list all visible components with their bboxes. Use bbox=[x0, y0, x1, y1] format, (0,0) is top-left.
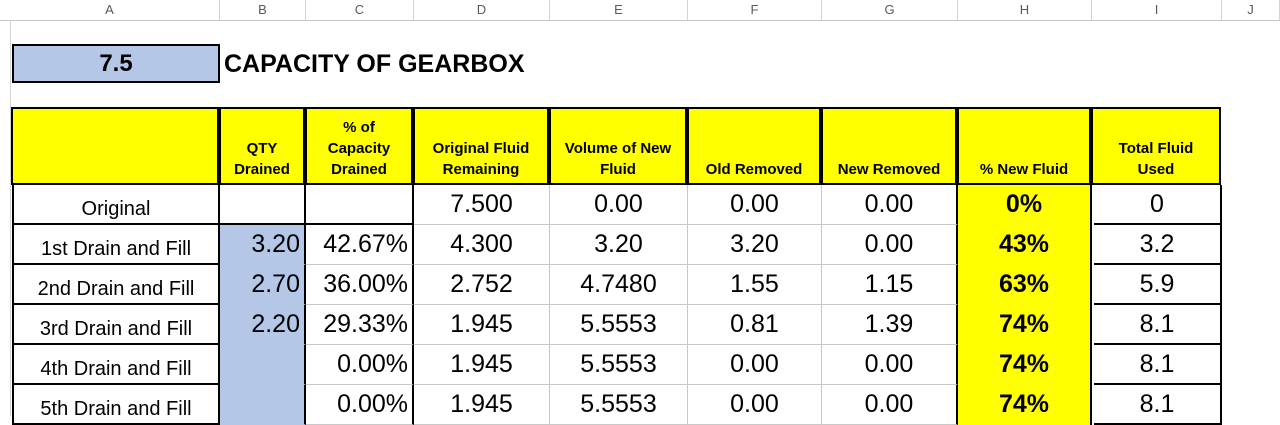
cell-new-removed[interactable]: 0.00 bbox=[822, 385, 958, 425]
cell-volume-new-fluid[interactable]: 0.00 bbox=[550, 185, 688, 225]
cell-pct-capacity-drained[interactable]: 42.67% bbox=[306, 225, 414, 265]
cell-pct-new-fluid[interactable]: 74% bbox=[958, 345, 1092, 385]
cell-qty-drained[interactable]: 2.70 bbox=[220, 265, 306, 305]
cell-total-fluid-used[interactable]: 8.1 bbox=[1094, 345, 1222, 385]
cell-qty-drained[interactable] bbox=[220, 185, 306, 225]
cell-pct-new-fluid[interactable]: 74% bbox=[958, 305, 1092, 345]
row-label[interactable]: 3rd Drain and Fill bbox=[12, 305, 220, 345]
header-original-fluid-remaining[interactable]: Original Fluid Remaining bbox=[413, 107, 549, 185]
cell-pct-capacity-drained[interactable]: 36.00% bbox=[306, 265, 414, 305]
row-label[interactable]: Original bbox=[12, 185, 220, 225]
row-label[interactable]: 2nd Drain and Fill bbox=[12, 265, 220, 305]
row-label[interactable]: 5th Drain and Fill bbox=[12, 385, 220, 425]
header-new-removed-line: New Removed bbox=[837, 161, 941, 178]
cell-volume-new-fluid[interactable]: 4.7480 bbox=[550, 265, 688, 305]
header-pct-capacity-drained-line: Capacity bbox=[327, 140, 391, 157]
cell-pct-new-fluid[interactable]: 0% bbox=[958, 185, 1092, 225]
cell-old-removed[interactable]: 0.00 bbox=[688, 345, 822, 385]
cell-pct-new-fluid[interactable]: 43% bbox=[958, 225, 1092, 265]
cell-total-fluid-used[interactable]: 8.1 bbox=[1094, 305, 1222, 345]
cell-pct-capacity-drained[interactable]: 29.33% bbox=[306, 305, 414, 345]
cell-qty-drained[interactable] bbox=[220, 385, 306, 425]
cell-total-fluid-used[interactable]: 3.2 bbox=[1094, 225, 1222, 265]
cell-pct-capacity-drained[interactable]: 0.00% bbox=[306, 345, 414, 385]
cell-pct-capacity-drained[interactable] bbox=[306, 185, 414, 225]
row-header-strip bbox=[0, 20, 11, 416]
cell-total-fluid-used[interactable]: 8.1 bbox=[1094, 385, 1222, 425]
cell-volume-new-fluid[interactable]: 5.5553 bbox=[550, 305, 688, 345]
column-header-f[interactable]: F bbox=[688, 0, 822, 20]
cell-total-fluid-used[interactable]: 0 bbox=[1094, 185, 1222, 225]
column-header-bar: ABCDEFGHIJ bbox=[0, 0, 1280, 21]
header-pct-capacity-drained-line: % of bbox=[343, 119, 375, 136]
header-total-fluid-used[interactable]: Total Fluid Used bbox=[1091, 107, 1221, 185]
column-header-d[interactable]: D bbox=[414, 0, 550, 20]
header-qty-drained-line: Drained bbox=[234, 161, 290, 178]
cell-old-removed[interactable]: 3.20 bbox=[688, 225, 822, 265]
cell-original-fluid-remaining[interactable]: 4.300 bbox=[414, 225, 550, 265]
column-header-b[interactable]: B bbox=[220, 0, 306, 20]
cell-original-fluid-remaining[interactable]: 1.945 bbox=[414, 385, 550, 425]
section-title: CAPACITY OF GEARBOX bbox=[224, 50, 525, 78]
row-label[interactable]: 4th Drain and Fill bbox=[12, 345, 220, 385]
header-total-fluid-used-line: Total Fluid bbox=[1118, 140, 1194, 157]
cell-old-removed[interactable]: 0.00 bbox=[688, 185, 822, 225]
column-header-a[interactable]: A bbox=[0, 0, 220, 20]
header-volume-new-fluid-line: Volume of New bbox=[564, 140, 672, 157]
cell-original-fluid-remaining[interactable]: 2.752 bbox=[414, 265, 550, 305]
cell-old-removed[interactable]: 1.55 bbox=[688, 265, 822, 305]
cell-new-removed[interactable]: 0.00 bbox=[822, 225, 958, 265]
cell-old-removed[interactable]: 0.00 bbox=[688, 385, 822, 425]
column-header-i[interactable]: I bbox=[1092, 0, 1222, 20]
cell-pct-new-fluid[interactable]: 63% bbox=[958, 265, 1092, 305]
cell-old-removed[interactable]: 0.81 bbox=[688, 305, 822, 345]
column-header-g[interactable]: G bbox=[822, 0, 958, 20]
cell-qty-drained[interactable]: 2.20 bbox=[220, 305, 306, 345]
cell-volume-new-fluid[interactable]: 5.5553 bbox=[550, 385, 688, 425]
header-original-fluid-remaining-line: Remaining bbox=[442, 161, 520, 178]
cell-volume-new-fluid[interactable]: 3.20 bbox=[550, 225, 688, 265]
header-total-fluid-used-line: Used bbox=[1137, 161, 1175, 178]
header-volume-new-fluid-line: Fluid bbox=[600, 161, 636, 178]
cell-new-removed[interactable]: 0.00 bbox=[822, 185, 958, 225]
header-pct-new-fluid[interactable]: % New Fluid bbox=[957, 107, 1091, 185]
cell-new-removed[interactable]: 1.39 bbox=[822, 305, 958, 345]
header-qty-drained-line: QTY bbox=[246, 140, 278, 157]
column-header-j[interactable]: J bbox=[1222, 0, 1280, 20]
row-label[interactable]: 1st Drain and Fill bbox=[12, 225, 220, 265]
cell-pct-new-fluid[interactable]: 74% bbox=[958, 385, 1092, 425]
column-header-h[interactable]: H bbox=[958, 0, 1092, 20]
cell-pct-capacity-drained[interactable]: 0.00% bbox=[306, 385, 414, 425]
header-volume-new-fluid[interactable]: Volume of New Fluid bbox=[549, 107, 687, 185]
header-qty-drained[interactable]: QTY Drained bbox=[219, 107, 305, 185]
header-blank[interactable] bbox=[11, 107, 219, 185]
section-number-cell[interactable]: 7.5 bbox=[12, 44, 220, 83]
cell-new-removed[interactable]: 0.00 bbox=[822, 345, 958, 385]
cell-qty-drained[interactable]: 3.20 bbox=[220, 225, 306, 265]
header-pct-new-fluid-line: % New Fluid bbox=[979, 161, 1069, 178]
header-original-fluid-remaining-line: Original Fluid bbox=[432, 140, 530, 157]
header-old-removed[interactable]: Old Removed bbox=[687, 107, 821, 185]
column-header-c[interactable]: C bbox=[306, 0, 414, 20]
cell-original-fluid-remaining[interactable]: 7.500 bbox=[414, 185, 550, 225]
cell-qty-drained[interactable] bbox=[220, 345, 306, 385]
cell-total-fluid-used[interactable]: 5.9 bbox=[1094, 265, 1222, 305]
header-pct-capacity-drained[interactable]: % of Capacity Drained bbox=[305, 107, 413, 185]
cell-original-fluid-remaining[interactable]: 1.945 bbox=[414, 345, 550, 385]
column-header-e[interactable]: E bbox=[550, 0, 688, 20]
cell-volume-new-fluid[interactable]: 5.5553 bbox=[550, 345, 688, 385]
header-pct-capacity-drained-line: Drained bbox=[331, 161, 387, 178]
header-new-removed[interactable]: New Removed bbox=[821, 107, 957, 185]
header-old-removed-line: Old Removed bbox=[705, 161, 803, 178]
cell-original-fluid-remaining[interactable]: 1.945 bbox=[414, 305, 550, 345]
cell-new-removed[interactable]: 1.15 bbox=[822, 265, 958, 305]
